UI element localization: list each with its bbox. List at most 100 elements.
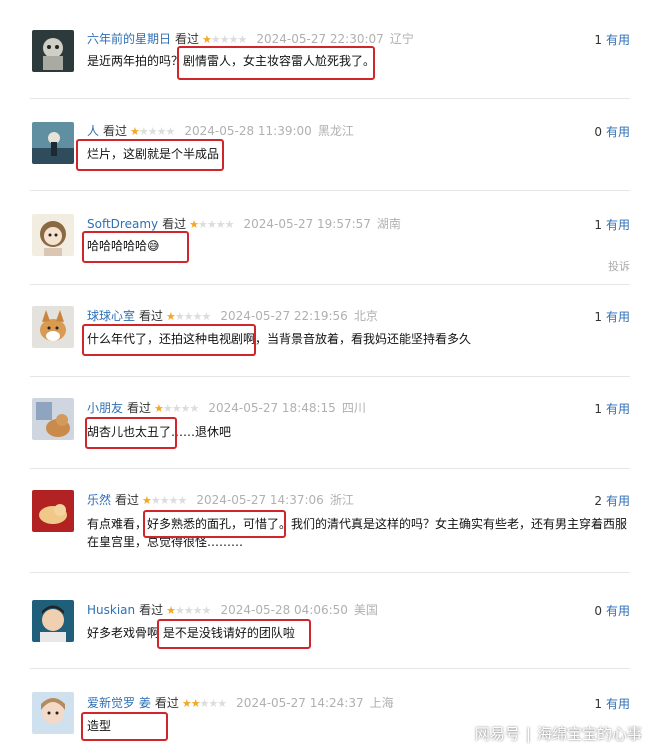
useful-label: 有用: [605, 125, 630, 139]
rating-stars: ★★★★★: [166, 310, 211, 323]
useful-label: 有用: [605, 310, 630, 324]
comment-meta: 球球心室 看过 ★★★★★ 2024-05-27 22:19:56 北京: [87, 309, 378, 324]
highlight-box: [157, 619, 311, 649]
useful-button[interactable]: 1 有用: [594, 402, 630, 416]
watch-status: 看过: [175, 32, 200, 46]
comment-location: 浙江: [329, 493, 354, 507]
useful-label: 有用: [605, 33, 630, 47]
rating-stars: ★★★★★: [154, 402, 199, 415]
watch-status: 看过: [103, 124, 128, 138]
rating-stars: ★★★★★: [166, 604, 211, 617]
useful-label: 有用: [605, 402, 630, 416]
useful-button[interactable]: 1 有用: [594, 33, 630, 47]
useful-label: 有用: [605, 218, 630, 232]
highlight-box: [76, 139, 224, 171]
comment-meta: 爱新觉罗 姜看过 ★★★★★ 2024-05-27 14:24:37 上海: [87, 696, 394, 711]
divider: [30, 98, 630, 99]
watch-status: 看过: [162, 217, 187, 231]
useful-button[interactable]: 1 有用: [594, 310, 630, 324]
avatar[interactable]: [32, 600, 74, 642]
comment-date: 2024-05-27 22:19:56: [220, 309, 348, 323]
divider: [30, 468, 630, 469]
username-link[interactable]: 六年前的星期日: [87, 32, 171, 46]
rating-stars: ★★★★★: [181, 697, 227, 710]
comment-date: 2024-05-28 11:39:00: [184, 124, 312, 138]
username-link[interactable]: Huskian: [87, 603, 135, 617]
avatar[interactable]: [32, 30, 74, 72]
useful-label: 有用: [605, 697, 630, 711]
useful-count: 1: [594, 697, 602, 711]
username-link[interactable]: 爱新觉罗 姜: [87, 696, 151, 710]
highlight-box: [177, 46, 375, 80]
useful-count: 2: [594, 494, 602, 508]
watermark-platform: 网易号: [474, 725, 520, 743]
comment-date: 2024-05-27 22:30:07: [256, 32, 384, 46]
watermark-author: 海绵宝宝的心事: [536, 725, 642, 743]
comment-location: 黑龙江: [317, 124, 354, 138]
comment-meta: Huskian 看过 ★★★★★ 2024-05-28 04:06:50 美国: [87, 603, 378, 618]
avatar[interactable]: [32, 490, 74, 532]
comment-meta: 小朋友 看过 ★★★★★ 2024-05-27 18:48:15 四川: [87, 401, 366, 416]
useful-count: 1: [594, 310, 602, 324]
highlight-box: [82, 324, 256, 356]
avatar[interactable]: [32, 122, 74, 164]
highlight-box: [81, 712, 168, 741]
comment-location: 上海: [369, 696, 394, 710]
divider: [30, 284, 630, 285]
comment-location: 湖南: [376, 217, 401, 231]
comment-date: 2024-05-27 18:48:15: [208, 401, 336, 415]
comment-meta: 乐然 看过 ★★★★★ 2024-05-27 14:37:06 浙江: [87, 493, 354, 508]
useful-button[interactable]: 1 有用: [594, 697, 630, 711]
divider: [30, 668, 630, 669]
useful-count: 0: [594, 604, 602, 618]
useful-label: 有用: [605, 604, 630, 618]
useful-count: 1: [594, 218, 602, 232]
avatar[interactable]: [32, 398, 74, 440]
rating-stars: ★★★★★: [189, 218, 234, 231]
comment-meta: SoftDreamy 看过 ★★★★★ 2024-05-27 19:57:57 湖南: [87, 217, 401, 232]
username-link[interactable]: SoftDreamy: [87, 217, 158, 231]
highlight-box: [82, 231, 189, 263]
comment-location: 四川: [341, 401, 366, 415]
comment-location: 北京: [353, 309, 378, 323]
comment-date: 2024-05-27 14:24:37: [236, 696, 364, 710]
useful-count: 1: [594, 402, 602, 416]
comment-date: 2024-05-27 19:57:57: [243, 217, 371, 231]
watermark-separator: |: [525, 725, 531, 743]
username-link[interactable]: 球球心室: [87, 309, 135, 323]
highlight-box: [143, 510, 286, 538]
useful-count: 1: [594, 33, 602, 47]
comment-location: 美国: [353, 603, 378, 617]
useful-button[interactable]: 0 有用: [594, 125, 630, 139]
avatar[interactable]: [32, 306, 74, 348]
comment-location: 辽宁: [389, 32, 414, 46]
report-link[interactable]: 投诉: [608, 258, 630, 274]
rating-stars: ★★★★★: [142, 494, 187, 507]
username-link[interactable]: 乐然: [87, 493, 111, 507]
divider: [30, 376, 630, 377]
watch-status: 看过: [139, 309, 164, 323]
highlight-box: [85, 417, 177, 449]
avatar[interactable]: [32, 692, 74, 734]
useful-button[interactable]: 1 有用: [594, 218, 630, 232]
comment-meta: 六年前的星期日 看过 ★★★★★ 2024-05-27 22:30:07 辽宁: [87, 32, 414, 47]
useful-button[interactable]: 0 有用: [594, 604, 630, 618]
comment-date: 2024-05-27 14:37:06: [196, 493, 324, 507]
useful-count: 0: [594, 125, 602, 139]
comment-meta: 人看过 ★★★★★ 2024-05-28 11:39:00 黑龙江: [87, 124, 354, 139]
watch-status: 看过: [154, 696, 179, 710]
username-link[interactable]: 小朋友: [87, 401, 123, 415]
comment-date: 2024-05-28 04:06:50: [220, 603, 348, 617]
username-link[interactable]: 人: [87, 124, 99, 138]
useful-button[interactable]: 2 有用: [594, 494, 630, 508]
divider: [30, 572, 630, 573]
watch-status: 看过: [127, 401, 152, 415]
useful-label: 有用: [605, 494, 630, 508]
rating-stars: ★★★★★: [202, 33, 247, 46]
divider: [30, 190, 630, 191]
rating-stars: ★★★★★: [130, 125, 175, 138]
watch-status: 看过: [115, 493, 140, 507]
watermark: 网易号 | 海绵宝宝的心事: [475, 723, 642, 744]
avatar[interactable]: [32, 214, 74, 256]
watch-status: 看过: [139, 603, 164, 617]
